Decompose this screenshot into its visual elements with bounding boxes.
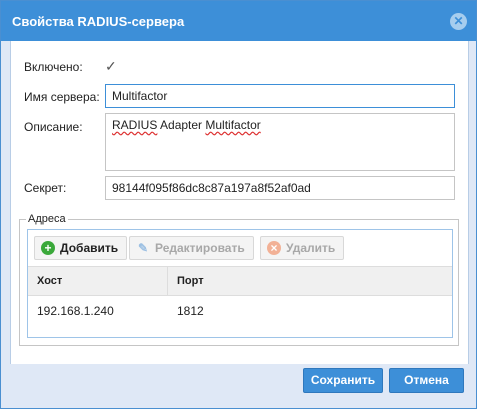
- dialog-titlebar[interactable]: Свойства RADIUS-сервера ✕: [1, 1, 476, 41]
- column-header-host[interactable]: Хост: [37, 275, 62, 287]
- edit-button[interactable]: ✎ Редактировать: [129, 236, 254, 260]
- delete-icon: ×: [267, 241, 281, 255]
- secret-input[interactable]: 98144f095f86dc8c87a197a8f52af0ad: [105, 176, 455, 200]
- save-button-label: Сохранить: [310, 373, 376, 387]
- grid-header: Хост Порт: [28, 266, 452, 296]
- enabled-checkbox[interactable]: ✓: [105, 59, 119, 73]
- cancel-button-label: Отмена: [404, 373, 449, 387]
- description-text-radius: RADIUS: [112, 118, 158, 132]
- cell-host: 192.168.1.240: [37, 304, 114, 318]
- description-text-adapter: Adapter: [157, 118, 206, 132]
- cell-port: 1812: [177, 304, 204, 318]
- description-label: Описание:: [24, 120, 83, 134]
- pencil-icon: ✎: [137, 241, 149, 255]
- column-divider: [167, 267, 168, 295]
- server-name-input[interactable]: Multifactor: [105, 84, 455, 108]
- description-textarea[interactable]: RADIUS Adapter Multifactor: [105, 113, 455, 171]
- addresses-legend: Адреса: [28, 213, 66, 225]
- edit-button-label: Редактировать: [155, 241, 245, 255]
- secret-label: Секрет:: [24, 181, 67, 195]
- description-text-multifactor: Multifactor: [205, 118, 261, 132]
- secret-value: 98144f095f86dc8c87a197a8f52af0ad: [112, 181, 311, 195]
- grid-toolbar: + Добавить ✎ Редактировать × Удалить: [28, 230, 452, 266]
- cancel-button[interactable]: Отмена: [389, 368, 464, 393]
- delete-button[interactable]: × Удалить: [260, 236, 345, 260]
- close-icon[interactable]: ✕: [450, 13, 467, 30]
- addresses-grid: + Добавить ✎ Редактировать × Удалить Хос…: [27, 229, 453, 338]
- add-button[interactable]: + Добавить: [34, 236, 128, 260]
- column-header-port[interactable]: Порт: [177, 275, 204, 287]
- server-name-label: Имя сервера:: [24, 90, 100, 104]
- dialog-title: Свойства RADIUS-сервера: [12, 14, 185, 29]
- add-icon: +: [41, 241, 55, 255]
- server-name-value: Multifactor: [112, 89, 168, 103]
- enabled-label: Включено:: [24, 60, 83, 74]
- table-row[interactable]: 192.168.1.240 1812: [28, 296, 452, 326]
- add-button-label: Добавить: [60, 241, 119, 255]
- delete-button-label: Удалить: [286, 241, 336, 255]
- save-button[interactable]: Сохранить: [303, 368, 383, 393]
